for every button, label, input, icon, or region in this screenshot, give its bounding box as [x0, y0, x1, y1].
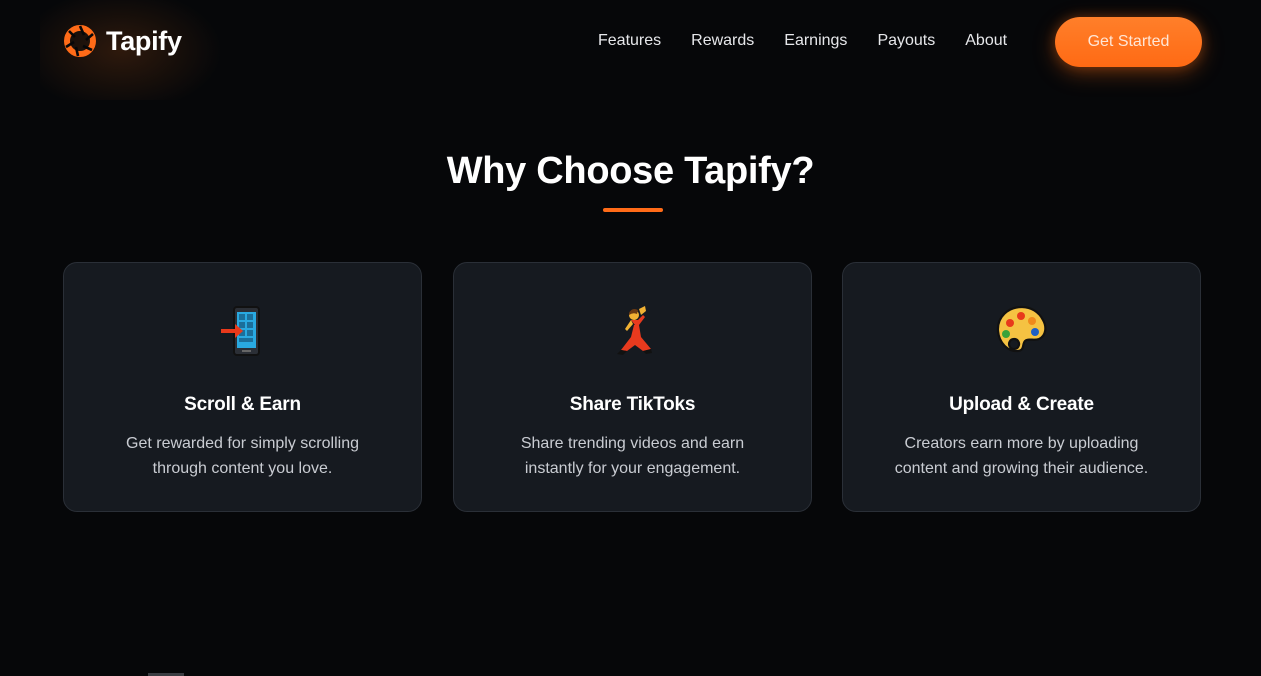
- card-description: Get rewarded for simply scrolling throug…: [126, 435, 359, 477]
- brand-name: Tapify: [106, 25, 182, 56]
- mobile-phone-arrow-icon: [220, 306, 260, 356]
- card-title: Upload & Create: [949, 394, 1094, 415]
- site-header: Tapify Features Rewards Earnings Payouts…: [0, 0, 1261, 84]
- card-description: Creators earn more by uploading content …: [894, 435, 1149, 477]
- main-nav: Features Rewards Earnings Payouts About: [598, 30, 1007, 52]
- get-started-button[interactable]: Get Started: [1055, 17, 1202, 67]
- card-description: Share trending videos and earn instantly…: [520, 435, 745, 477]
- card-title: Share TikToks: [569, 394, 696, 415]
- artist-palette-icon: [996, 305, 1046, 353]
- feature-card-share-tiktoks: Share TikToks Share trending videos and …: [453, 262, 812, 512]
- nav-link-payouts[interactable]: Payouts: [877, 30, 935, 52]
- feature-card-scroll-earn: Scroll & Earn Get rewarded for simply sc…: [63, 262, 422, 512]
- section-title: Why Choose Tapify?: [446, 150, 815, 192]
- nav-link-about[interactable]: About: [965, 30, 1007, 52]
- nav-link-features[interactable]: Features: [598, 30, 661, 52]
- page: Tapify Features Rewards Earnings Payouts…: [0, 0, 1261, 676]
- title-underline: [603, 208, 663, 212]
- card-title: Scroll & Earn: [184, 394, 301, 415]
- aperture-ring-icon: [64, 25, 96, 57]
- nav-link-rewards[interactable]: Rewards: [691, 30, 754, 52]
- nav-link-earnings[interactable]: Earnings: [784, 30, 847, 52]
- feature-card-upload-create: Upload & Create Creators earn more by up…: [842, 262, 1201, 512]
- dancer-icon: [616, 306, 652, 355]
- brand-logo[interactable]: Tapify: [62, 22, 182, 60]
